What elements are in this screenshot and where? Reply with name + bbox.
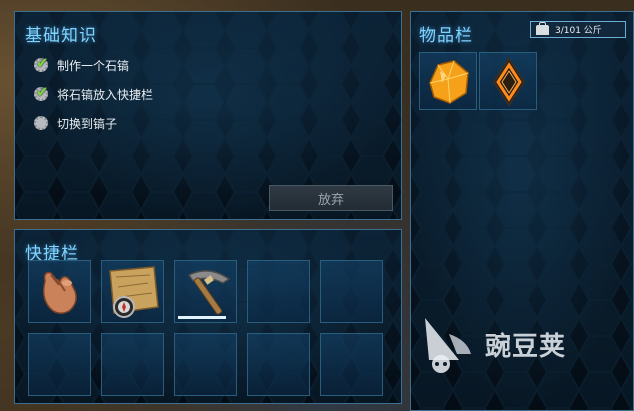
basics-panel: 基础知识 ✔ 制作一个石镐 ✔ 将石镐放入快捷栏 切换到镐子 放弃 [14,11,402,220]
task-label: 将石镐放入快捷栏 [57,87,154,102]
hotbar-slot-2[interactable] [101,260,164,323]
hotbar-slot-9[interactable] [247,333,310,396]
abandon-button[interactable]: 放弃 [269,185,393,211]
hotbar-slot-7[interactable] [101,333,164,396]
amber-crystal-icon [429,60,469,104]
inventory-title: 物品栏 [419,26,473,46]
hotbar-slot-3[interactable] [174,260,237,323]
inventory-slot-1[interactable] [419,52,477,110]
hand-icon [42,271,77,314]
hotbar-slot-6[interactable] [28,333,91,396]
gear-icon [33,115,49,131]
inventory-panel: 物品栏 3/101 公斤 豌豆荚 [410,11,634,411]
weight-icon [536,21,549,35]
hotbar-slot-5[interactable] [320,260,383,323]
task-label: 切换到镐子 [57,116,118,131]
hotbar-slot-1[interactable] [28,260,91,323]
task-item-craft-pickaxe: ✔ 制作一个石镐 [33,54,130,74]
gear-check-icon: ✔ [34,83,49,101]
hotbar-panel: 快捷栏 [14,229,402,404]
basics-title: 基础知识 [25,26,97,46]
wandoujia-logo-icon [425,318,471,373]
task-item-switch-pickaxe: 切换到镐子 [33,114,117,132]
task-item-place-hotbar: ✔ 将石镐放入快捷栏 [33,83,154,103]
gear-check-icon: ✔ [34,54,49,72]
hotbar-slot-8[interactable] [174,333,237,396]
map-compass-icon [109,266,159,318]
hotbar-slot-10[interactable] [320,333,383,396]
weight-indicator: 3/101 公斤 [530,21,626,38]
orange-diamond-implant-icon [492,57,526,107]
durability-bar [178,316,226,319]
watermark: 豌豆荚 [419,314,566,374]
hotbar-slot-4[interactable] [247,260,310,323]
stone-pickaxe-icon [187,270,231,315]
task-label: 制作一个石镐 [57,58,130,73]
inventory-slot-2[interactable] [479,52,537,110]
weight-value: 3/101 公斤 [555,26,602,36]
watermark-text: 豌豆荚 [485,331,567,362]
